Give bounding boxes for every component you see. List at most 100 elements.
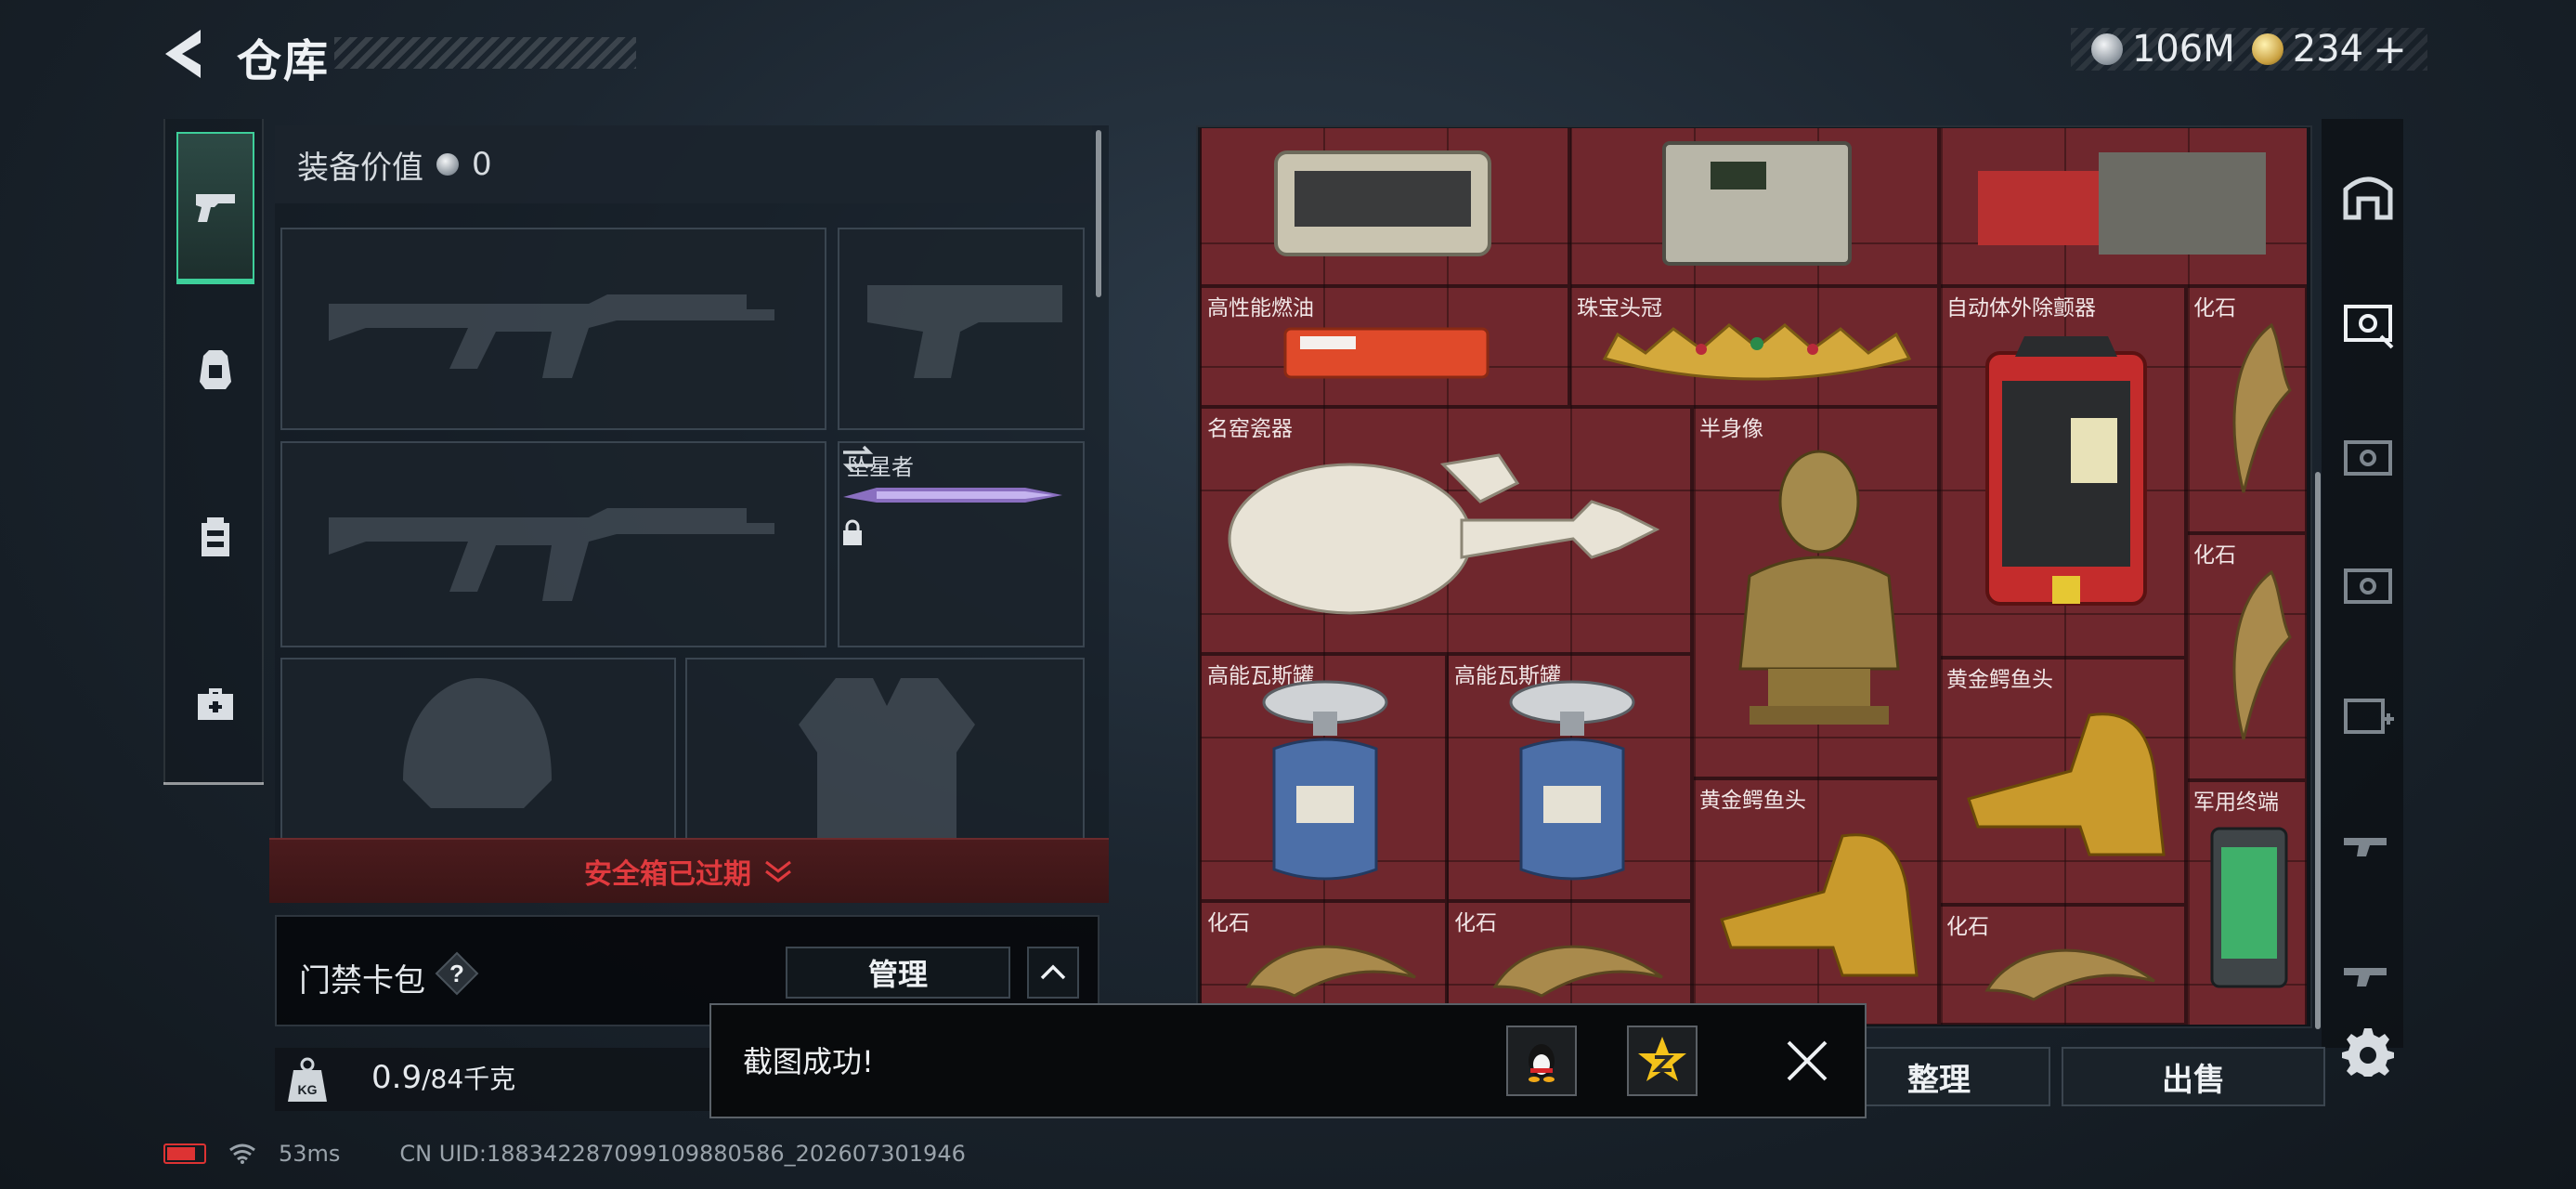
stash-page-4[interactable] bbox=[2340, 686, 2396, 745]
gear-icon bbox=[2342, 1028, 2394, 1077]
stash-page-5[interactable] bbox=[2340, 816, 2396, 875]
fossil-claw-icon bbox=[2232, 322, 2292, 493]
fossil-claw-icon bbox=[2232, 569, 2292, 740]
stash-item[interactable]: 半身像 bbox=[1692, 407, 1939, 778]
melee-knife-icon bbox=[843, 488, 1062, 503]
category-armor[interactable] bbox=[176, 295, 254, 444]
stash-item[interactable]: 黄金鳄鱼头 bbox=[1939, 658, 2186, 905]
settings-button[interactable] bbox=[2342, 1025, 2394, 1077]
rifle-silhouette-icon bbox=[329, 294, 774, 378]
fossil-claw-icon bbox=[1984, 948, 2155, 1001]
stash-item[interactable]: 高性能燃油 bbox=[1200, 286, 1569, 407]
stash-item-toolbox[interactable] bbox=[1939, 128, 2307, 286]
weight-max: /84千克 bbox=[422, 1064, 516, 1094]
equipment-value-label: 装备价值 bbox=[297, 149, 423, 187]
primary-weapon-slot-1[interactable] bbox=[280, 228, 826, 430]
gas-canister-icon bbox=[1509, 680, 1635, 881]
stash-page-nav bbox=[2322, 119, 2403, 1048]
close-icon bbox=[1787, 1040, 1828, 1081]
pistol-slot[interactable] bbox=[838, 228, 1085, 430]
stash-grid[interactable]: 高性能燃油 珠宝头冠 自动体外除颤器 化石 名窑瓷器 半身像 化石 高能瓦斯罐 … bbox=[1200, 128, 2307, 1025]
stash-page-6[interactable] bbox=[2340, 946, 2396, 1005]
weapon-box-tier-4-icon bbox=[2344, 968, 2387, 986]
medical-box-tier-2-icon bbox=[2344, 699, 2394, 734]
melee-slot[interactable]: 坠星者 bbox=[838, 441, 1085, 647]
helmet-silhouette-icon bbox=[403, 678, 552, 808]
ping-value: 53ms bbox=[279, 1141, 341, 1167]
category-backpack[interactable] bbox=[176, 463, 254, 611]
stash-page-1[interactable] bbox=[2340, 295, 2396, 355]
category-nav bbox=[163, 119, 264, 784]
page-title: 仓库 bbox=[237, 35, 331, 87]
equipment-value: 0 bbox=[472, 146, 492, 183]
stash-item[interactable]: 军用终端 bbox=[2186, 780, 2307, 1025]
case-icon bbox=[1274, 150, 1491, 256]
category-weapons[interactable] bbox=[176, 132, 254, 284]
helmet-vest-icon bbox=[200, 350, 231, 389]
toolbox-icon bbox=[1978, 152, 2266, 255]
share-qq-button[interactable] bbox=[1506, 1026, 1577, 1096]
silver-coin-icon bbox=[436, 153, 459, 176]
manage-button[interactable]: 管理 bbox=[786, 947, 1010, 999]
stash-item[interactable]: 黄金鳄鱼头 bbox=[1692, 778, 1939, 1025]
safe-box-expired-banner[interactable]: 安全箱已过期 bbox=[269, 838, 1109, 903]
stash-page-3[interactable] bbox=[2340, 555, 2396, 615]
stash-item[interactable]: 名窑瓷器 bbox=[1200, 407, 1692, 654]
wifi-icon bbox=[229, 1143, 255, 1164]
stash-item-device[interactable] bbox=[1569, 128, 1939, 286]
stash-scrollbar[interactable] bbox=[2315, 472, 2321, 1029]
stash-page-2[interactable] bbox=[2340, 427, 2396, 487]
stash-item[interactable]: 高能瓦斯罐 bbox=[1200, 654, 1447, 901]
uid-text: CN UID:1883422870991098805​86_2026073019… bbox=[399, 1141, 966, 1167]
stash-box-tier-4-icon bbox=[2344, 568, 2392, 604]
primary-weapon-slot-2[interactable] bbox=[280, 441, 826, 647]
weight-current: 0.9 bbox=[371, 1059, 423, 1096]
qzone-star-icon bbox=[1638, 1037, 1686, 1081]
add-gold-button[interactable]: + bbox=[2373, 26, 2407, 73]
defibrillator-icon bbox=[1985, 336, 2147, 606]
qq-penguin-icon bbox=[1529, 1044, 1555, 1082]
device-icon bbox=[1662, 141, 1852, 266]
svg-text:?: ? bbox=[449, 960, 464, 987]
svg-text:KG: KG bbox=[298, 1082, 318, 1097]
weapon-box-tier-3-icon bbox=[2344, 838, 2387, 856]
melee-name: 坠星者 bbox=[847, 454, 914, 480]
silver-balance: 106M bbox=[2131, 28, 2235, 71]
back-button[interactable] bbox=[158, 24, 214, 84]
help-button[interactable]: ? bbox=[435, 951, 479, 996]
military-terminal-icon bbox=[2210, 827, 2288, 988]
category-medical[interactable] bbox=[176, 630, 254, 778]
currency-bar: 106M 234 + bbox=[2070, 26, 2427, 73]
back-arrow-icon bbox=[165, 30, 201, 78]
helmet-slot[interactable] bbox=[280, 658, 676, 843]
stash-item-case[interactable] bbox=[1200, 128, 1569, 286]
vest-silhouette-icon bbox=[799, 678, 975, 845]
home-vault-icon bbox=[2343, 176, 2393, 220]
item-name: 自动体外除颤器 bbox=[1946, 296, 2096, 320]
stash-item[interactable]: 自动体外除颤器 bbox=[1939, 286, 2186, 658]
sell-button[interactable]: 出售 bbox=[2062, 1047, 2325, 1106]
gold-balance: 234 bbox=[2292, 28, 2364, 71]
stash-item[interactable]: 化石 bbox=[1939, 905, 2186, 1025]
bust-statue-icon bbox=[1738, 450, 1900, 725]
golden-crocodile-head-icon bbox=[1967, 712, 2166, 856]
stash-item[interactable]: 珠宝头冠 bbox=[1569, 286, 1939, 407]
weight-kg-icon: KG bbox=[284, 1053, 331, 1105]
category-nav-divider bbox=[163, 782, 264, 785]
armor-slot[interactable] bbox=[685, 658, 1085, 845]
stash-item[interactable]: 化石 bbox=[2186, 286, 2307, 533]
equipment-scrollbar[interactable] bbox=[1096, 130, 1101, 297]
status-bar: 53ms CN UID:1883422870991098805​86_20260… bbox=[163, 1141, 966, 1167]
fuel-case-icon bbox=[1283, 327, 1490, 379]
stash-page-home[interactable] bbox=[2340, 167, 2396, 227]
gold-coin-icon bbox=[2251, 33, 2283, 65]
stash-item[interactable]: 高能瓦斯罐 bbox=[1447, 654, 1692, 901]
chevron-down-icon bbox=[765, 860, 791, 882]
equipment-value-row: 装备价值 0 bbox=[275, 125, 1092, 203]
expand-button[interactable] bbox=[1027, 947, 1079, 999]
porcelain-vase-icon bbox=[1228, 453, 1660, 615]
share-qzone-button[interactable] bbox=[1627, 1026, 1698, 1096]
stash-item[interactable]: 化石 bbox=[2186, 533, 2307, 780]
medkit-icon bbox=[198, 688, 233, 720]
close-toast-button[interactable] bbox=[1779, 1033, 1835, 1089]
